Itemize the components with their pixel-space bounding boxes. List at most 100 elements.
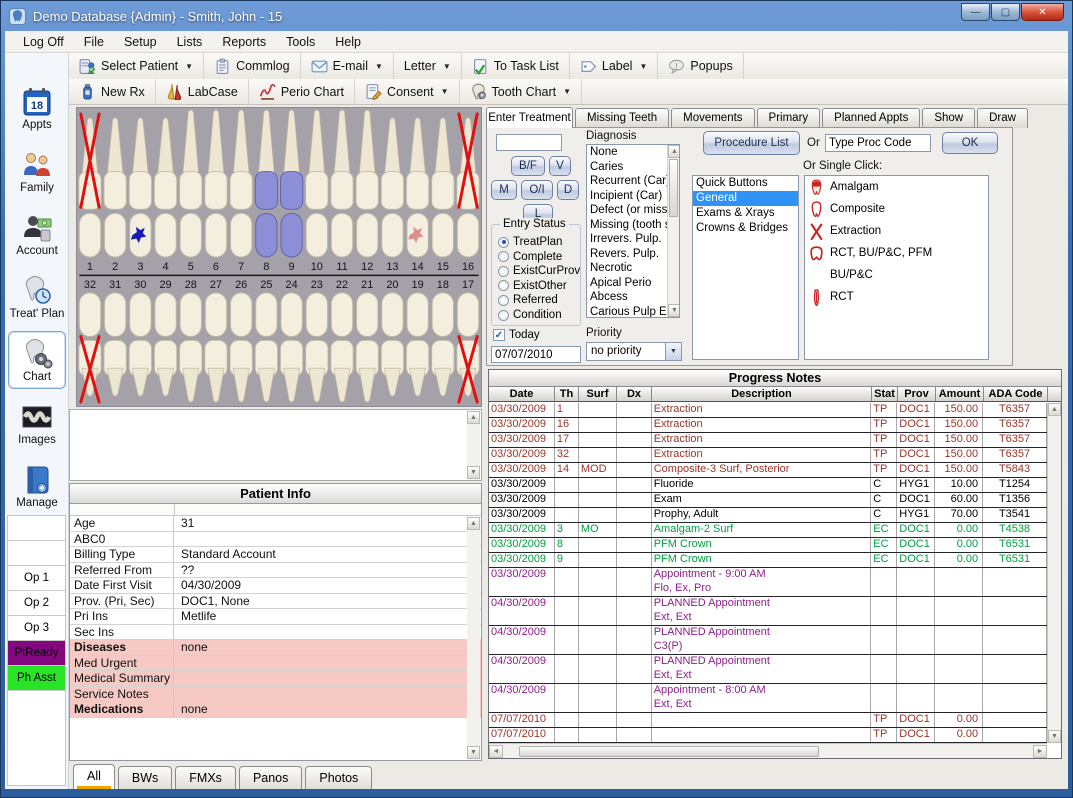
- diagnosis-item-irrevers-pulp[interactable]: Irrevers. Pulp.: [587, 232, 667, 247]
- diagnosis-item-carious-pulp-e[interactable]: Carious Pulp E: [587, 305, 667, 319]
- quick-button-general[interactable]: General: [693, 191, 798, 206]
- progress-notes-vscrollbar[interactable]: ▲ ▼: [1047, 403, 1061, 743]
- radio-button-icon[interactable]: [498, 310, 509, 321]
- chevron-down-icon[interactable]: ▼: [639, 62, 647, 71]
- toolbar-button-perio-chart[interactable]: Perio Chart: [249, 79, 355, 104]
- tab-draw[interactable]: Draw: [977, 108, 1028, 128]
- today-checkbox[interactable]: ✓: [493, 329, 505, 341]
- tooth-22[interactable]: 22: [331, 279, 353, 402]
- progress-note-row[interactable]: 07/07/2010TPDOC10.00: [489, 713, 1047, 728]
- diagnosis-item-none[interactable]: None: [587, 145, 667, 160]
- tooth-10[interactable]: 10: [306, 110, 328, 273]
- scroll-down-icon[interactable]: ▼: [467, 466, 480, 479]
- tooth-23[interactable]: 23: [306, 279, 328, 402]
- toolbar-button-select-patient[interactable]: Select Patient▼: [69, 53, 204, 79]
- single-click-bu-p-c[interactable]: BU/P&C: [805, 264, 988, 286]
- radio-treatplan[interactable]: TreatPlan: [498, 236, 562, 248]
- scroll-right-icon[interactable]: ►: [1033, 745, 1047, 758]
- patient-info-row-billing-type[interactable]: Billing Type Standard Account: [70, 547, 481, 563]
- radio-existother[interactable]: ExistOther: [498, 280, 567, 292]
- tooth-9[interactable]: 9: [280, 110, 302, 273]
- patient-info-row-med-urgent[interactable]: Med Urgent: [70, 656, 481, 672]
- progress-note-row[interactable]: 04/30/2009PLANNED AppointmentExt, Ext: [489, 655, 1047, 684]
- tab-photos[interactable]: Photos: [305, 766, 372, 789]
- tooth-12[interactable]: 12: [356, 110, 378, 273]
- patient-info-row-medications[interactable]: Medications none: [70, 702, 481, 718]
- menu-setup[interactable]: Setup: [114, 32, 167, 52]
- single-click-list[interactable]: Amalgam Composite Extraction RCT, BU/P&C…: [804, 175, 989, 360]
- tooth-27[interactable]: 27: [205, 279, 227, 402]
- op-cell-blank[interactable]: [8, 541, 65, 566]
- module-appts[interactable]: 18 Appts: [8, 79, 66, 137]
- tab-show[interactable]: Show: [922, 108, 975, 128]
- progress-note-row[interactable]: 03/30/200932ExtractionTPDOC1150.00T6357: [489, 448, 1047, 463]
- radio-button-icon[interactable]: [498, 280, 509, 291]
- tooth-16[interactable]: 16: [457, 114, 479, 273]
- diagnosis-item-caries[interactable]: Caries: [587, 160, 667, 175]
- single-click-amalgam[interactable]: Amalgam: [805, 176, 988, 198]
- maximize-button[interactable]: ▢: [991, 3, 1020, 21]
- progress-note-row[interactable]: 03/30/20099PFM CrownECDOC10.00T6531: [489, 553, 1047, 568]
- tab-enter-treatment[interactable]: Enter Treatment: [486, 107, 573, 128]
- module-images[interactable]: Images: [8, 394, 66, 452]
- patient-info-row-medical-summary[interactable]: Medical Summary: [70, 671, 481, 687]
- toolbar-button-letter[interactable]: Letter▼: [394, 53, 462, 79]
- menu-lists[interactable]: Lists: [167, 32, 213, 52]
- surface-button-b-f[interactable]: B/F: [511, 156, 545, 176]
- tooth-chart-canvas[interactable]: 1322313304295286277268259241023112212211…: [76, 107, 482, 407]
- single-click-rct[interactable]: RCT: [805, 286, 988, 308]
- diagnosis-scrollbar[interactable]: ▲ ▼: [667, 145, 679, 317]
- diagnosis-item-apical-perio[interactable]: Apical Perio: [587, 276, 667, 291]
- radio-existcurprov[interactable]: ExistCurProv: [498, 265, 580, 277]
- tooth-17[interactable]: 17: [457, 279, 479, 402]
- radio-condition[interactable]: Condition: [498, 309, 562, 321]
- progress-notes-hscrollbar[interactable]: ◄ ►: [489, 743, 1047, 758]
- scroll-left-icon[interactable]: ◄: [489, 745, 503, 758]
- column-header-date[interactable]: Date: [489, 387, 555, 401]
- radio-button-icon[interactable]: [498, 251, 509, 262]
- diagnosis-item-revers-pulp[interactable]: Revers. Pulp.: [587, 247, 667, 262]
- chevron-down-icon[interactable]: ▼: [185, 62, 193, 71]
- module-treat-plan[interactable]: Treat' Plan: [8, 268, 66, 326]
- quick-button-exams-xrays[interactable]: Exams & Xrays: [693, 206, 798, 221]
- menu-log-off[interactable]: Log Off: [13, 32, 74, 52]
- radio-button-icon[interactable]: [498, 295, 509, 306]
- patient-info-row-pri-ins[interactable]: Pri Ins Metlife: [70, 609, 481, 625]
- tooth-6[interactable]: 6: [205, 110, 227, 273]
- draw-items-scrollbar[interactable]: ▲ ▼: [467, 411, 480, 479]
- diagnosis-item-abcess[interactable]: Abcess: [587, 290, 667, 305]
- proc-code-input[interactable]: [825, 134, 931, 152]
- progress-note-row[interactable]: 03/30/20098PFM CrownECDOC10.00T6531: [489, 538, 1047, 553]
- single-click-extraction[interactable]: Extraction: [805, 220, 988, 242]
- column-header-description[interactable]: Description: [652, 387, 872, 401]
- toolbar-button-e-mail[interactable]: E-mail▼: [301, 53, 394, 79]
- progress-note-row[interactable]: 03/30/2009FluorideCHYG110.00T1254: [489, 478, 1047, 493]
- scroll-up-icon[interactable]: ▲: [467, 411, 480, 424]
- progress-note-row[interactable]: 04/30/2009Appointment - 8:00 AMExt, Ext: [489, 684, 1047, 713]
- module-account[interactable]: Account: [8, 205, 66, 263]
- scroll-thumb[interactable]: [669, 159, 678, 217]
- scroll-down-icon[interactable]: ▼: [668, 304, 680, 317]
- radio-button-icon[interactable]: [498, 266, 509, 277]
- scroll-down-icon[interactable]: ▼: [467, 746, 480, 759]
- scroll-thumb[interactable]: [519, 746, 819, 757]
- menu-tools[interactable]: Tools: [276, 32, 325, 52]
- radio-complete[interactable]: Complete: [498, 251, 562, 263]
- progress-note-row[interactable]: 07/07/2010TPDOC10.00: [489, 728, 1047, 743]
- tooth-14[interactable]: 14: [407, 118, 429, 273]
- column-header-amount[interactable]: Amount: [936, 387, 984, 401]
- scroll-up-icon[interactable]: ▲: [668, 145, 680, 158]
- tab-fmxs[interactable]: FMXs: [175, 766, 236, 789]
- progress-note-row[interactable]: 03/30/2009ExamCDOC160.00T1356: [489, 493, 1047, 508]
- progress-note-row[interactable]: 04/30/2009PLANNED AppointmentC3(P): [489, 626, 1047, 655]
- tab-primary[interactable]: Primary: [757, 108, 821, 128]
- column-header-ada-code[interactable]: ADA Code: [984, 387, 1048, 401]
- procedure-list-button[interactable]: Procedure List: [703, 131, 800, 155]
- menu-file[interactable]: File: [74, 32, 114, 52]
- chevron-down-icon[interactable]: ▼: [375, 62, 383, 71]
- scroll-down-icon[interactable]: ▼: [1048, 730, 1061, 743]
- module-manage[interactable]: Manage: [8, 457, 66, 515]
- tab-panos[interactable]: Panos: [239, 766, 302, 789]
- surface-button-d[interactable]: D: [557, 180, 579, 200]
- diagnosis-item-necrotic[interactable]: Necrotic: [587, 261, 667, 276]
